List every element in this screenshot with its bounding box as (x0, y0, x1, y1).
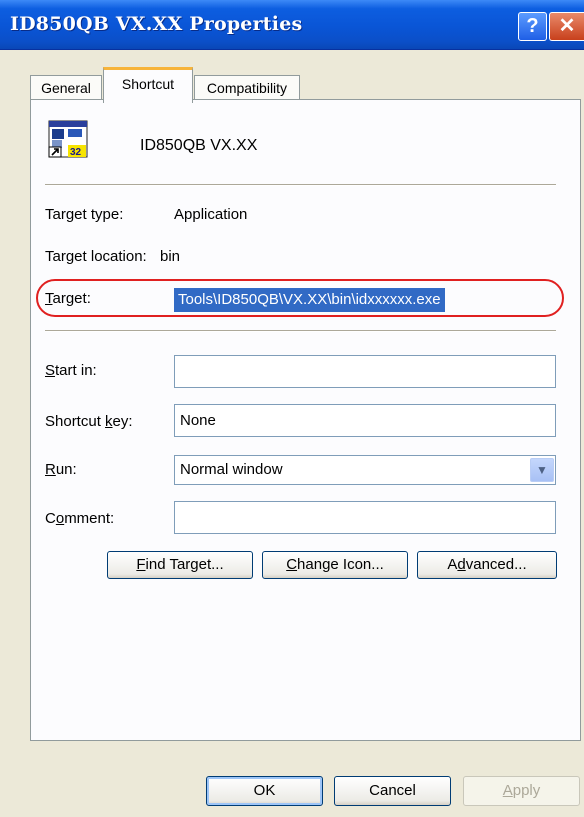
cancel-button[interactable]: Cancel (334, 776, 451, 806)
application-shortcut-icon: 32 (48, 120, 88, 158)
help-button[interactable]: ? (518, 12, 547, 41)
close-icon: ✕ (558, 15, 576, 37)
target-type-value: Application (174, 206, 248, 223)
window-title: ID850QB VX.XX Properties (10, 13, 303, 35)
start-in-label: Start in: (45, 362, 97, 379)
find-target-button[interactable]: Find Target... (107, 551, 253, 579)
target-location-label: Target location: (45, 248, 147, 265)
comment-input[interactable] (174, 501, 556, 534)
target-type-label: Target type: (45, 206, 124, 223)
icon-badge-text: 32 (70, 147, 82, 158)
target-location-value: bin (160, 248, 181, 265)
advanced-button[interactable]: Advanced... (417, 551, 557, 579)
tab-compatibility[interactable]: Compatibility (194, 75, 300, 100)
tab-shortcut[interactable]: Shortcut (103, 67, 193, 103)
shortcut-key-input[interactable]: None (174, 404, 556, 437)
start-in-input[interactable] (174, 355, 556, 388)
apply-button[interactable]: Apply (463, 776, 580, 806)
shortcut-name: ID850QB VX.XX (140, 137, 258, 154)
ok-button[interactable]: OK (206, 776, 323, 806)
chevron-down-icon[interactable]: ▼ (530, 458, 554, 482)
annotation-highlight (36, 279, 564, 317)
separator (45, 184, 556, 186)
tab-general[interactable]: General (30, 75, 102, 100)
shortcut-key-label: Shortcut key: (45, 413, 133, 430)
change-icon-button[interactable]: Change Icon... (262, 551, 408, 579)
close-button[interactable]: ✕ (549, 12, 584, 41)
separator (45, 330, 556, 332)
title-bar[interactable]: ID850QB VX.XX Properties ? ✕ (0, 0, 584, 50)
run-select[interactable]: Normal window (174, 455, 556, 485)
help-icon: ? (526, 15, 539, 37)
comment-label: Comment: (45, 510, 115, 527)
run-label: Run: (45, 461, 77, 478)
